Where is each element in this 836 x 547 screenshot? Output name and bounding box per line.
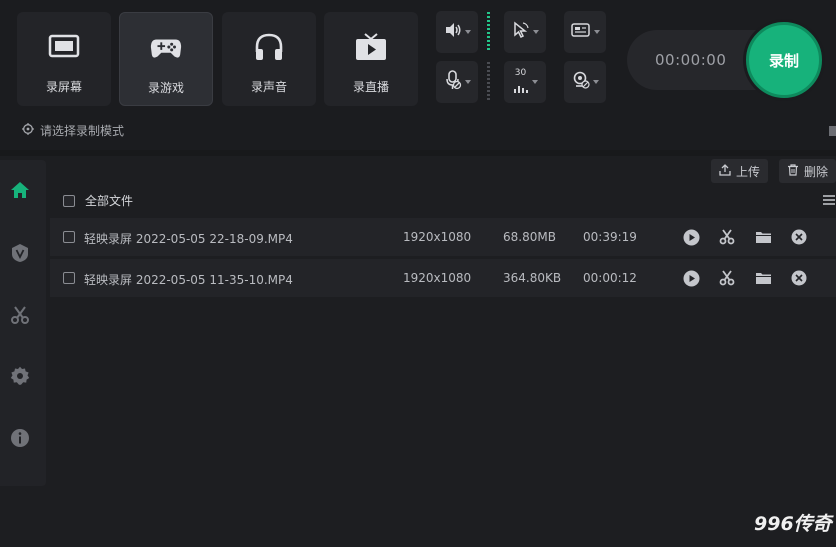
folder-icon[interactable] bbox=[754, 228, 772, 246]
file-name: 轻映录屏 2022-05-05 11-35-10.MP4 bbox=[84, 273, 293, 287]
sidebar-item-about[interactable] bbox=[9, 429, 31, 451]
watermark-icon bbox=[570, 22, 591, 42]
sidebar-item-home[interactable] bbox=[9, 181, 31, 203]
mode-record-audio-button[interactable]: 录声音 bbox=[222, 12, 316, 106]
mode-record-screen-button[interactable]: 录屏幕 bbox=[17, 12, 111, 106]
vip-badge-icon bbox=[10, 243, 30, 267]
record-button[interactable]: 录制 bbox=[746, 22, 822, 98]
upload-icon bbox=[719, 163, 731, 179]
chevron-down-icon bbox=[464, 80, 471, 84]
camera-dropdown-button[interactable] bbox=[564, 61, 606, 103]
chevron-down-icon bbox=[592, 80, 599, 84]
folder-icon[interactable] bbox=[754, 269, 772, 287]
mode-record-game-button[interactable]: 录游戏 bbox=[119, 12, 213, 106]
sidebar-item-vip[interactable] bbox=[9, 244, 31, 266]
file-size: 364.80KB bbox=[503, 271, 562, 285]
select-mode-hint[interactable]: 请选择录制模式 bbox=[22, 122, 124, 139]
screen-icon bbox=[47, 32, 81, 62]
feedback-flag-icon[interactable] bbox=[829, 126, 836, 136]
speaker-volume-meter bbox=[487, 12, 490, 50]
play-icon[interactable] bbox=[682, 228, 700, 246]
list-view-icon[interactable] bbox=[822, 192, 836, 206]
sidebar-item-settings[interactable] bbox=[9, 366, 31, 390]
file-duration: 00:39:19 bbox=[583, 230, 637, 244]
row-checkbox[interactable] bbox=[63, 272, 75, 284]
scissors-icon bbox=[10, 305, 30, 329]
site-watermark: 996传奇 bbox=[754, 513, 832, 535]
delete-label: 删除 bbox=[804, 164, 829, 179]
mode-label: 录游戏 bbox=[147, 81, 184, 95]
microphone-off-icon bbox=[444, 70, 462, 94]
chevron-down-icon bbox=[593, 30, 600, 34]
cursor-icon bbox=[512, 21, 530, 43]
scissors-icon[interactable] bbox=[718, 228, 736, 246]
headphones-icon bbox=[252, 32, 286, 62]
mode-label: 录直播 bbox=[352, 80, 389, 94]
fps-bars-icon bbox=[513, 78, 529, 97]
top-toolbar: 录屏幕 录游戏 录声音 录直播 30 00:00:00 录制 请选择录制模式 bbox=[0, 0, 836, 150]
gamepad-icon bbox=[149, 33, 183, 63]
table-row[interactable]: 轻映录屏 2022-05-05 11-35-10.MP4 1920x1080 3… bbox=[50, 259, 836, 297]
home-icon bbox=[10, 181, 30, 203]
mode-label: 录屏幕 bbox=[45, 80, 82, 94]
mode-record-live-button[interactable]: 录直播 bbox=[324, 12, 418, 106]
table-row[interactable]: 轻映录屏 2022-05-05 22-18-09.MP4 1920x1080 6… bbox=[50, 218, 836, 256]
cursor-dropdown-button[interactable] bbox=[504, 11, 546, 53]
watermark-dropdown-button[interactable] bbox=[564, 11, 606, 53]
all-files-label: 全部文件 bbox=[85, 194, 134, 208]
microphone-dropdown-button[interactable] bbox=[436, 61, 478, 103]
live-tv-icon bbox=[354, 32, 388, 62]
webcam-off-icon bbox=[572, 71, 590, 93]
mode-label: 录声音 bbox=[250, 80, 287, 94]
file-name: 轻映录屏 2022-05-05 22-18-09.MP4 bbox=[84, 232, 293, 246]
upload-label: 上传 bbox=[736, 164, 761, 179]
gear-icon bbox=[10, 366, 30, 390]
sidebar bbox=[0, 160, 46, 486]
info-icon bbox=[10, 428, 30, 452]
fps-indicator: 30 bbox=[513, 68, 529, 97]
close-circle-icon[interactable] bbox=[790, 269, 808, 287]
file-resolution: 1920x1080 bbox=[403, 230, 472, 244]
speaker-icon bbox=[444, 22, 462, 42]
chevron-down-icon bbox=[464, 30, 471, 34]
scissors-icon[interactable] bbox=[718, 269, 736, 287]
upload-button[interactable]: 上传 bbox=[711, 159, 769, 183]
close-circle-icon[interactable] bbox=[790, 228, 808, 246]
section-divider bbox=[0, 150, 836, 156]
sidebar-item-edit[interactable] bbox=[9, 306, 31, 328]
file-list-header: 全部文件 bbox=[63, 192, 133, 209]
trash-icon bbox=[787, 163, 799, 179]
fps-value: 30 bbox=[514, 67, 527, 78]
target-icon bbox=[22, 123, 34, 138]
file-size: 68.80MB bbox=[503, 230, 556, 244]
recording-timer: 00:00:00 bbox=[655, 51, 727, 69]
mic-volume-meter bbox=[487, 62, 490, 100]
mode-hint-text: 请选择录制模式 bbox=[40, 124, 125, 138]
delete-button[interactable]: 删除 bbox=[779, 159, 836, 183]
row-checkbox[interactable] bbox=[63, 231, 75, 243]
file-duration: 00:00:12 bbox=[583, 271, 637, 285]
chevron-down-icon bbox=[531, 80, 538, 84]
speaker-dropdown-button[interactable] bbox=[436, 11, 478, 53]
file-resolution: 1920x1080 bbox=[403, 271, 472, 285]
select-all-checkbox[interactable] bbox=[63, 194, 75, 207]
chevron-down-icon bbox=[532, 30, 539, 34]
fps-dropdown-button[interactable]: 30 bbox=[504, 61, 546, 103]
play-icon[interactable] bbox=[682, 269, 700, 287]
